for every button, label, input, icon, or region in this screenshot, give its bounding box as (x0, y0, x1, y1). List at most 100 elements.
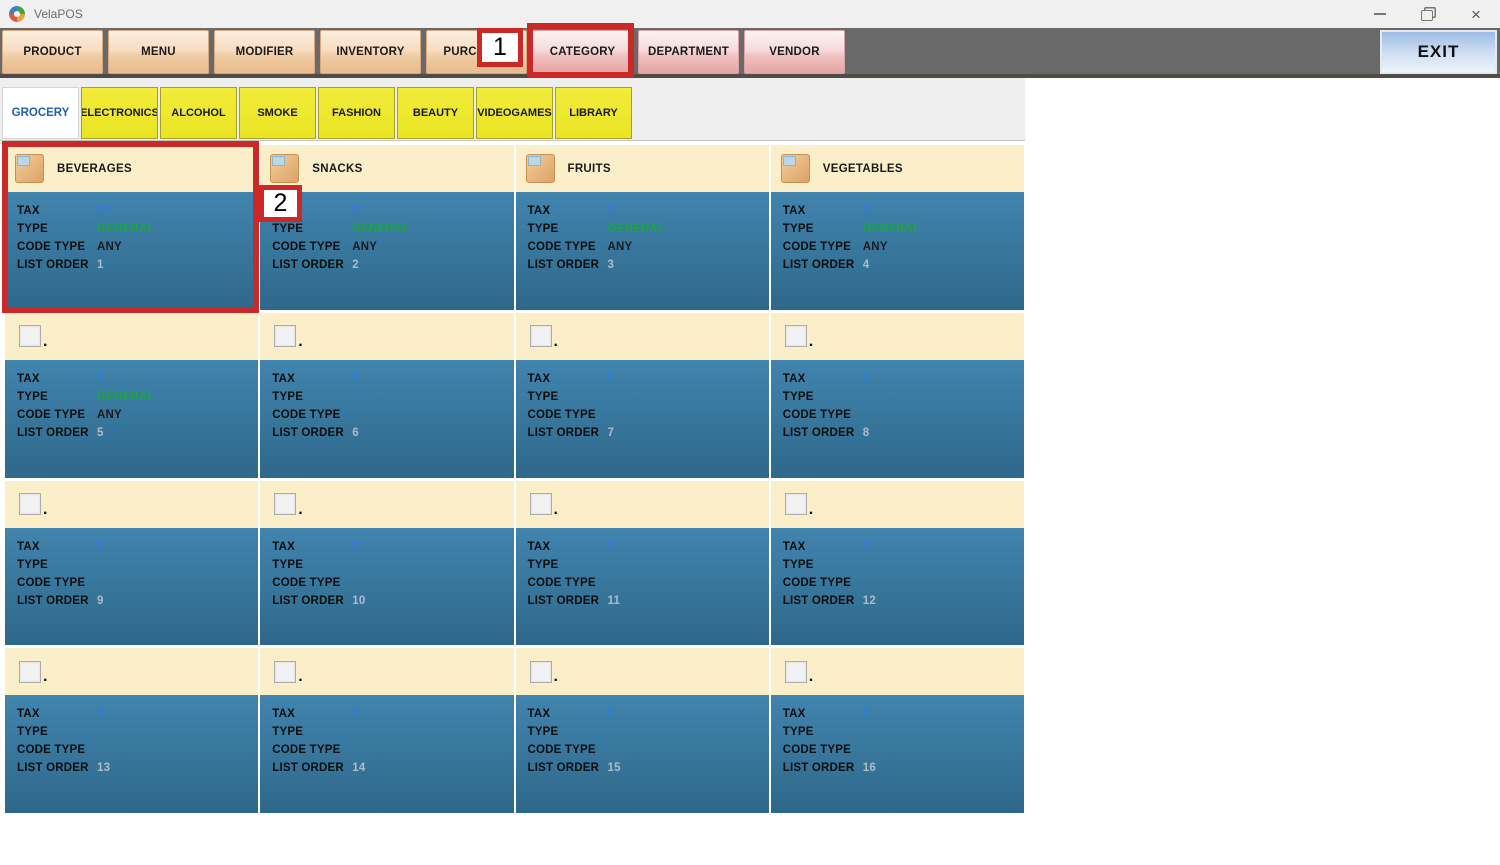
category-card-body[interactable]: TAXTTYPECODE TYPELIST ORDER15 (516, 695, 769, 813)
category-card-header[interactable]: . (260, 313, 513, 360)
toolbar-button-vendor[interactable]: VENDOR (744, 30, 845, 74)
tab-electronics[interactable]: ELECTRONICS (81, 87, 158, 139)
category-card-body[interactable]: TAXTTYPEGENERALCODE TYPEANYLIST ORDER4 (771, 192, 1024, 310)
field-label-list_order: LIST ORDER (528, 595, 608, 613)
tab-alcohol[interactable]: ALCOHOL (160, 87, 237, 139)
category-card-body[interactable]: TAXTTYPECODE TYPELIST ORDER12 (771, 528, 1024, 646)
category-card-header[interactable]: . (5, 313, 258, 360)
category-card-vegetables[interactable]: VEGETABLESTAXTTYPEGENERALCODE TYPEANYLIS… (771, 145, 1024, 310)
tab-videogames[interactable]: VIDEOGAMES (476, 87, 553, 139)
field-label-tax: TAX (17, 708, 97, 726)
tab-grocery[interactable]: GROCERY (2, 87, 79, 139)
checkbox-placeholder-icon (274, 661, 296, 683)
placeholder-dot: . (554, 668, 558, 686)
field-label-code_type: CODE TYPE (783, 744, 863, 762)
category-card-header[interactable]: . (260, 648, 513, 695)
category-card-header[interactable]: . (5, 481, 258, 528)
category-card-header[interactable]: . (771, 648, 1024, 695)
category-card-empty[interactable]: .TAXTTYPECODE TYPELIST ORDER10 (260, 481, 513, 646)
category-card-header[interactable]: . (516, 313, 769, 360)
category-card-empty[interactable]: .TAXTTYPECODE TYPELIST ORDER11 (516, 481, 769, 646)
tab-beauty[interactable]: BEAUTY (397, 87, 474, 139)
field-row-type: TYPEGENERAL (272, 223, 513, 241)
close-button[interactable]: × (1452, 0, 1500, 28)
field-row-list_order: LIST ORDER15 (528, 762, 769, 780)
field-row-code_type: CODE TYPE (528, 409, 769, 427)
title-bar: VelaPOS × (0, 0, 1500, 28)
folder-icon (270, 154, 299, 183)
category-card-empty[interactable]: . TAXTTYPECODE TYPELIST ORDER7 (516, 313, 769, 478)
field-label-tax: TAX (17, 205, 97, 223)
category-card-body[interactable]: TAXTTYPEGENERALCODE TYPEANYLIST ORDER5 (5, 360, 258, 478)
category-card-body[interactable]: TAXTTYPECODE TYPELIST ORDER13 (5, 695, 258, 813)
category-card-body[interactable]: TAXTTYPECODE TYPELIST ORDER9 (5, 528, 258, 646)
category-card-header[interactable]: . (771, 313, 1024, 360)
maximize-button[interactable] (1404, 0, 1452, 28)
field-row-type: TYPE (783, 726, 1024, 744)
toolbar-button-category[interactable]: CATEGORY (532, 30, 633, 74)
toolbar-button-modifier[interactable]: MODIFIER (214, 30, 315, 74)
field-label-list_order: LIST ORDER (272, 259, 352, 277)
category-card-header[interactable]: . (5, 648, 258, 695)
field-row-code_type: CODE TYPE (17, 744, 258, 762)
field-value-tax: T (608, 373, 615, 391)
category-group-tabstrip: GROCERYELECTRONICSALCOHOLSMOKEFASHIONBEA… (0, 78, 1025, 141)
toolbar-button-department[interactable]: DEPARTMENT (638, 30, 739, 74)
checkbox-placeholder-icon (19, 493, 41, 515)
field-value-tax: T (352, 373, 359, 391)
category-card-body[interactable]: TAXTTYPECODE TYPELIST ORDER7 (516, 360, 769, 478)
category-card-empty[interactable]: . TAXTTYPECODE TYPELIST ORDER16 (771, 648, 1024, 813)
category-card-body[interactable]: TAXTTYPECODE TYPELIST ORDER8 (771, 360, 1024, 478)
tab-library[interactable]: LIBRARY (555, 87, 632, 139)
field-label-type: TYPE (272, 559, 352, 577)
category-card-body[interactable]: TAXTTYPECODE TYPELIST ORDER14 (260, 695, 513, 813)
category-card-snacks[interactable]: SNACKSTAXTTYPEGENERALCODE TYPEANYLIST OR… (260, 145, 513, 310)
category-card-body[interactable]: TAXTTYPEGENERALCODE TYPEANYLIST ORDER3 (516, 192, 769, 310)
tab-fashion[interactable]: FASHION (318, 87, 395, 139)
category-card-beverages[interactable]: BEVERAGESTAXT1TYPEGENERALCODE TYPEANYLIS… (5, 145, 258, 310)
field-label-tax: TAX (783, 205, 863, 223)
field-value-tax: T (97, 708, 104, 726)
placeholder-dot: . (809, 333, 813, 351)
field-label-type: TYPE (783, 391, 863, 409)
category-card-body[interactable]: TAXTTYPECODE TYPELIST ORDER6 (260, 360, 513, 478)
exit-button[interactable]: EXIT (1380, 30, 1497, 74)
tab-smoke[interactable]: SMOKE (239, 87, 316, 139)
toolbar-button-inventory[interactable]: INVENTORY (320, 30, 421, 74)
category-card-fruits[interactable]: FRUITSTAXTTYPEGENERALCODE TYPEANYLIST OR… (516, 145, 769, 310)
category-card-empty[interactable]: . TAXTTYPECODE TYPELIST ORDER6 (260, 313, 513, 478)
category-card-header[interactable]: . (260, 481, 513, 528)
field-value-tax: T (863, 205, 870, 223)
category-card-body[interactable]: TAXTTYPECODE TYPELIST ORDER16 (771, 695, 1024, 813)
velapos-logo-icon (9, 6, 25, 22)
placeholder-dot: . (298, 333, 302, 351)
minimize-button[interactable] (1356, 0, 1404, 28)
category-card-empty[interactable]: .TAXTTYPECODE TYPELIST ORDER14 (260, 648, 513, 813)
category-card-empty[interactable]: . TAXTTYPECODE TYPELIST ORDER15 (516, 648, 769, 813)
field-row-type: TYPEGENERAL (783, 223, 1024, 241)
category-card-header[interactable]: VEGETABLES (771, 145, 1024, 192)
field-value-tax: T (863, 373, 870, 391)
toolbar-button-product[interactable]: PRODUCT (2, 30, 103, 74)
checkbox-placeholder-icon (530, 325, 552, 347)
category-card-empty[interactable]: .TAXTTYPECODE TYPELIST ORDER12 (771, 481, 1024, 646)
category-card-body[interactable]: TAXT1TYPEGENERALCODE TYPEANYLIST ORDER1 (5, 192, 258, 310)
placeholder-dot: . (554, 333, 558, 351)
category-card-body[interactable]: TAXTTYPECODE TYPELIST ORDER10 (260, 528, 513, 646)
category-card-header[interactable]: . (516, 481, 769, 528)
category-card-empty[interactable]: . TAXTTYPECODE TYPELIST ORDER8 (771, 313, 1024, 478)
toolbar-button-menu[interactable]: MENU (108, 30, 209, 74)
category-card-header[interactable]: . (516, 648, 769, 695)
category-card-header[interactable]: . (771, 481, 1024, 528)
category-card-header[interactable]: BEVERAGES (5, 145, 258, 192)
checkbox-placeholder-icon (785, 493, 807, 515)
field-row-code_type: CODE TYPEANY (17, 241, 258, 259)
category-card-empty[interactable]: .TAXTTYPECODE TYPELIST ORDER13 (5, 648, 258, 813)
placeholder-dot: . (809, 668, 813, 686)
category-card-empty[interactable]: .TAXTTYPEGENERALCODE TYPEANYLIST ORDER5 (5, 313, 258, 478)
category-card-header[interactable]: FRUITS (516, 145, 769, 192)
category-card-empty[interactable]: .TAXTTYPECODE TYPELIST ORDER9 (5, 481, 258, 646)
field-label-tax: TAX (528, 541, 608, 559)
field-row-code_type: CODE TYPEANY (272, 241, 513, 259)
category-card-body[interactable]: TAXTTYPECODE TYPELIST ORDER11 (516, 528, 769, 646)
